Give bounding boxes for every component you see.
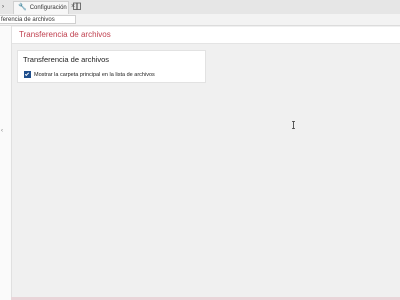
panel-title: Transferencia de archivos — [23, 55, 110, 64]
page-title: Transferencia de archivos — [19, 30, 111, 39]
show-root-folder-checkbox[interactable] — [24, 71, 31, 78]
tab-configuracion[interactable]: 🔧 Configuración — [13, 1, 69, 14]
tab-previous[interactable]: › — [0, 1, 10, 14]
path-field[interactable]: ferencia de archivos — [0, 15, 76, 24]
wrench-icon: 🔧 — [18, 4, 27, 11]
path-bar: ferencia de archivos — [0, 14, 400, 26]
left-sidebar-strip: ‹ — [0, 26, 12, 300]
show-root-folder-label[interactable]: Mostrar la carpeta principal en la lista… — [34, 72, 155, 78]
text-cursor-icon — [292, 121, 295, 129]
sidebar-collapse-icon[interactable]: ‹ — [1, 128, 3, 134]
tab-bar: › 🔧 Configuración × — [0, 0, 400, 15]
page-header: Transferencia de archivos — [12, 27, 400, 44]
settings-panel: Transferencia de archivos Mostrar la car… — [17, 50, 206, 83]
book-icon[interactable] — [73, 2, 81, 11]
tab-configuracion-label: Configuración — [29, 5, 67, 11]
option-row[interactable]: Mostrar la carpeta principal en la lista… — [24, 71, 155, 78]
